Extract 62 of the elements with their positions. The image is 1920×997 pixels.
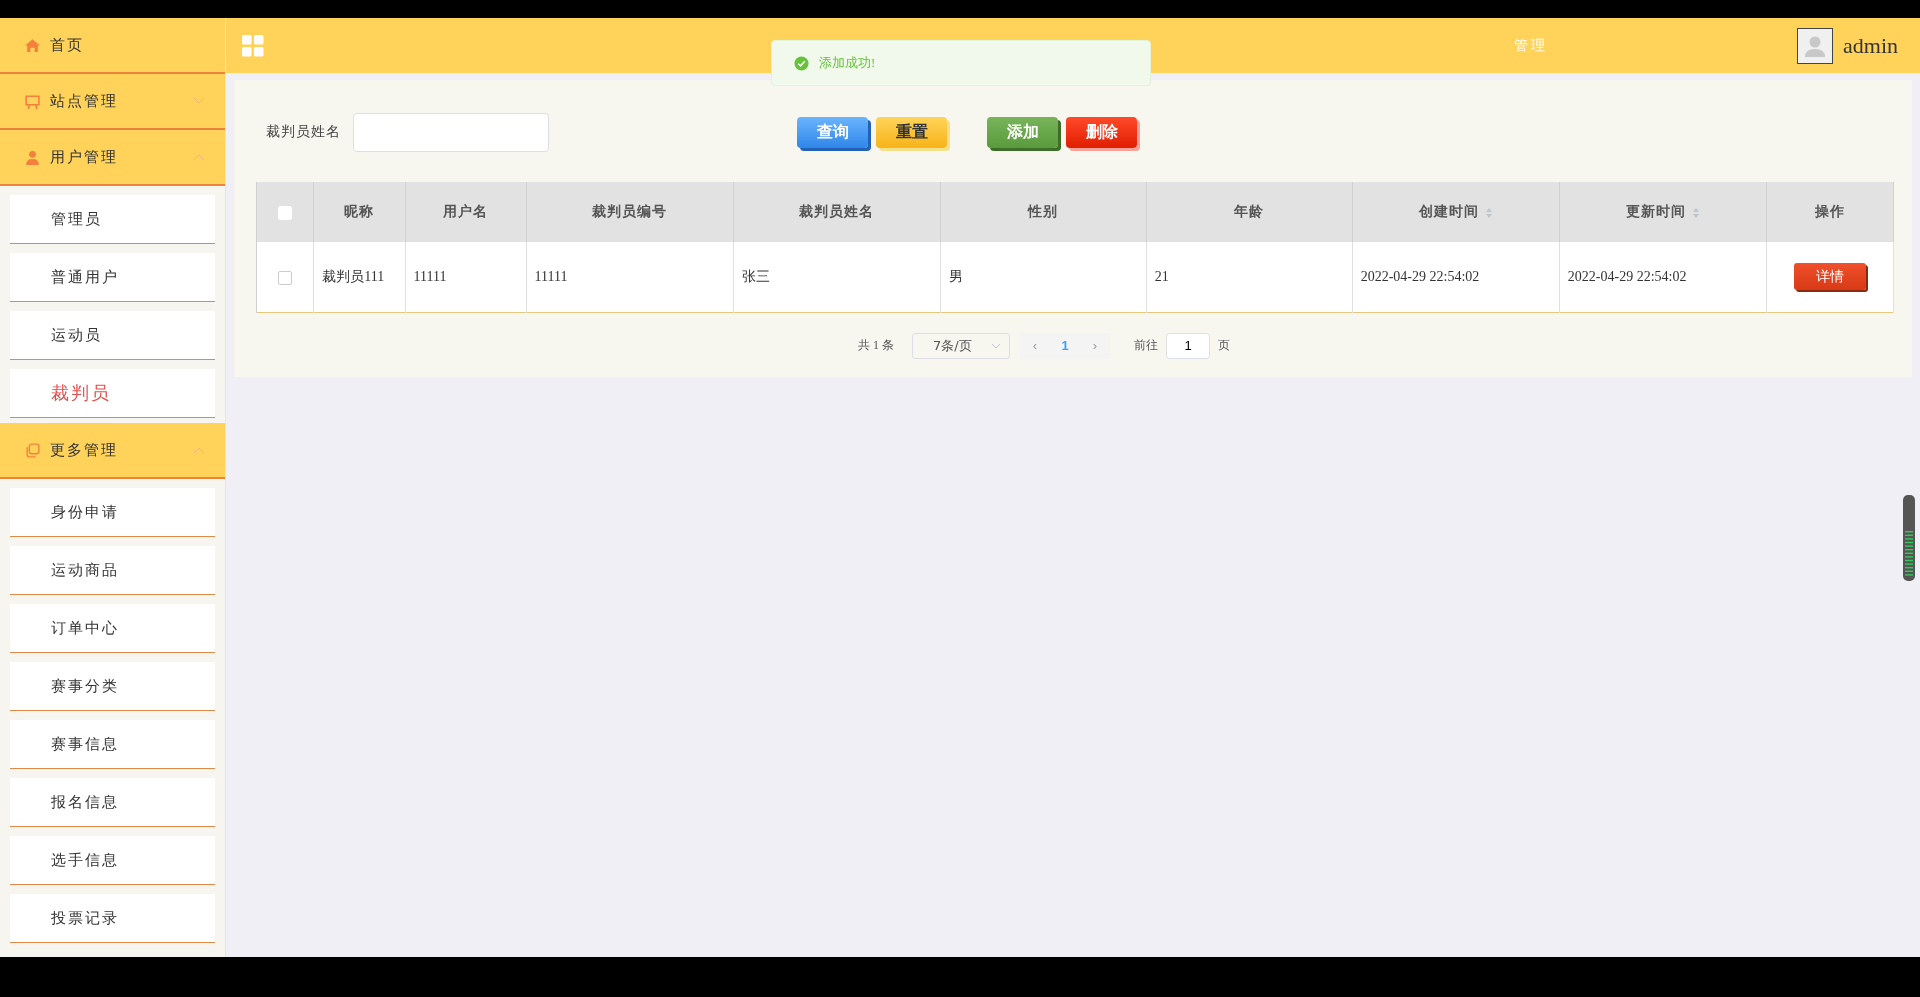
toast-message: 添加成功! [819,54,876,72]
copy-icon [24,441,41,459]
search-field[interactable] [353,112,549,152]
user-icon [24,148,41,166]
scroll-indicator-icon[interactable] [1903,495,1915,581]
column-header: 昵称 [313,182,406,242]
column-header[interactable]: 更新时间 [1559,182,1767,242]
chevron-icon [193,446,205,454]
submenu-item[interactable]: 投票记录 [10,894,215,943]
submenu-item[interactable]: 管理员 [10,195,215,244]
sort-icon[interactable] [1691,206,1700,219]
menu-item[interactable]: 更多管理 [0,423,225,479]
easel-icon [24,92,41,110]
table-cell: 21 [1146,242,1353,312]
menu-item[interactable]: 用户管理 [0,130,225,186]
submenu-item[interactable]: 普通用户 [10,253,215,302]
submenu-item[interactable]: 身份申请 [10,488,215,537]
table-cell: 11111 [405,242,526,312]
search-label: 裁判员姓名 [266,123,341,141]
column-header[interactable]: 创建时间 [1352,182,1560,242]
column-header: 用户名 [405,182,526,242]
submenu-item[interactable]: 报名信息 [10,778,215,827]
table-cell: 2022-04-29 22:54:02 [1559,242,1767,312]
submenu-item[interactable]: 裁判员 [10,369,215,418]
goto-label: 前往 [1134,337,1158,354]
chevron-icon [193,153,205,161]
home-icon [24,36,41,54]
column-header: 年龄 [1146,182,1353,242]
page-size-select[interactable]: 7条/页 [912,332,1010,359]
submenu-item[interactable]: 赛事信息 [10,720,215,769]
submenu-item[interactable]: 赛事分类 [10,662,215,711]
menu-item[interactable]: 站点管理 [0,74,225,130]
table-cell: 张三 [733,242,941,312]
table-cell: 2022-04-29 22:54:02 [1352,242,1560,312]
details-button[interactable]: 详情 [1794,263,1866,291]
user-name[interactable]: admin [1843,32,1898,59]
submenu-item[interactable]: 选手信息 [10,836,215,885]
total-count: 共 1 条 [858,337,894,354]
table-cell: 裁判员111 [313,242,406,312]
check-circle-icon [794,55,809,71]
select-all-checkbox[interactable] [278,205,293,220]
sort-icon[interactable] [1484,206,1493,219]
table-cell: 11111 [526,242,734,312]
column-header: 裁判员编号 [526,182,734,242]
page-jump-field[interactable]: 1 [1166,332,1210,359]
submenu-item[interactable]: 运动商品 [10,546,215,595]
submenu-item[interactable]: 订单中心 [10,604,215,653]
chevron-icon [193,97,205,105]
menu-item[interactable]: 首页 [0,18,225,74]
table-cell: 男 [940,242,1147,312]
action-button[interactable]: 重置 [876,116,947,148]
column-header: 裁判员姓名 [733,182,941,242]
action-button[interactable]: 删除 [1066,116,1137,148]
column-header: 操作 [1766,182,1894,242]
avatar-icon[interactable] [1797,27,1833,64]
caret-icon [991,342,1001,349]
page-title: 管理 [1512,36,1548,55]
column-header: 性别 [940,182,1147,242]
submenu-item[interactable]: 运动员 [10,311,215,360]
row-checkbox[interactable] [278,270,293,285]
grid-icon[interactable] [242,34,264,57]
page-suffix: 页 [1218,337,1230,354]
